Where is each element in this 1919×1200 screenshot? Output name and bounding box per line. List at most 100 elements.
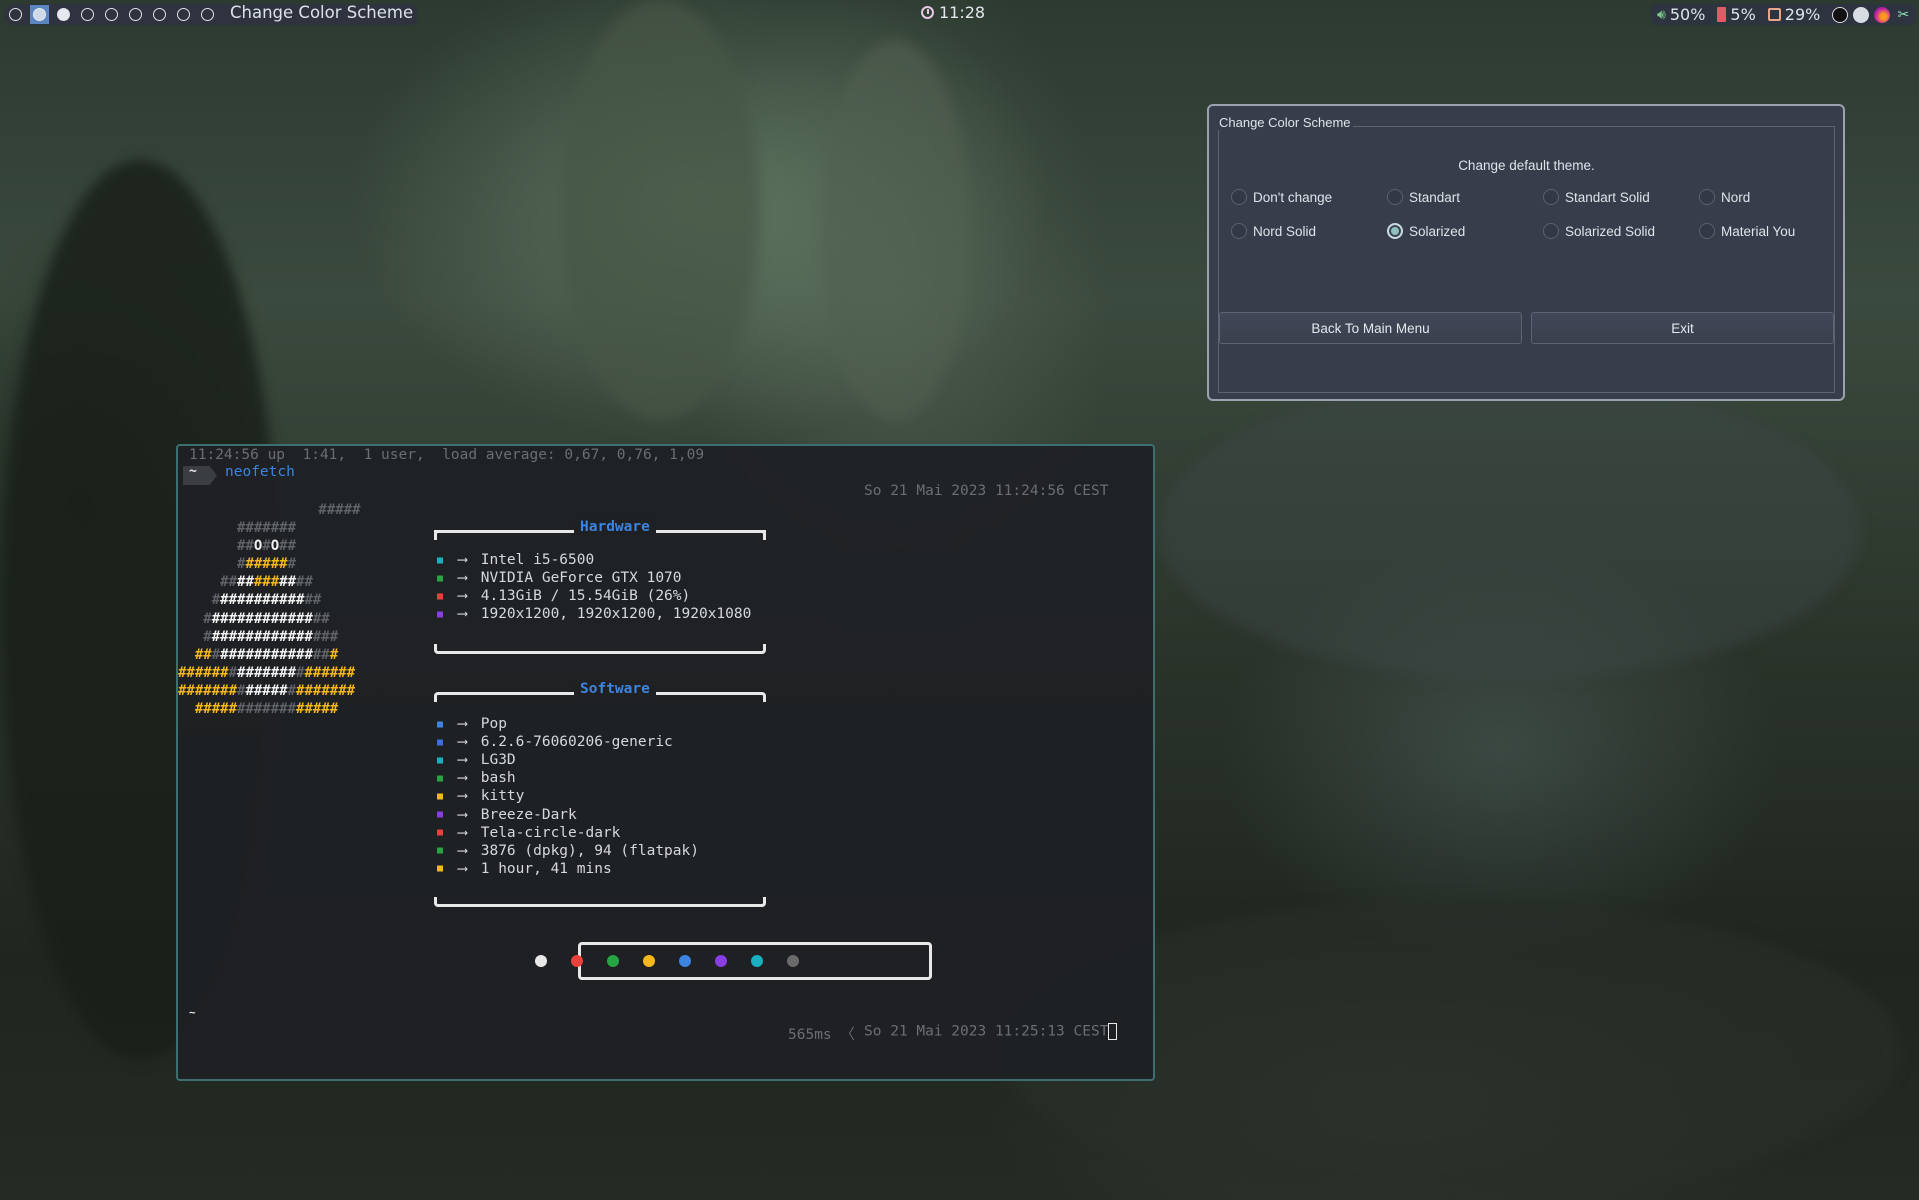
software-value: LG3D <box>480 752 516 769</box>
top-panel: Change Color Scheme 11:28 🔊︎ 50% 5% 29% … <box>0 0 1919 28</box>
workspace-2[interactable] <box>30 5 49 24</box>
workspace-3[interactable] <box>54 5 73 24</box>
software-row: ■ ⟶ 6.2.6-76060206-generic <box>432 734 673 750</box>
arrow-icon: ⟶ <box>458 824 467 841</box>
media-player-icon[interactable] <box>1832 6 1849 23</box>
radio-don-t-change[interactable]: Don't change <box>1231 189 1332 205</box>
command-text: neofetch <box>225 464 295 480</box>
system-tray: 🔊︎ 50% 5% 29% ✂ <box>1651 4 1916 25</box>
right-timestamp-end: So 21 Mai 2023 11:25:13 CEST <box>864 1023 1118 1040</box>
workspace-5[interactable] <box>102 5 121 24</box>
chevron-left-icon: 〈 <box>840 1027 855 1043</box>
software-row: ■ ⟶ Pop <box>432 716 507 732</box>
software-value: Tela-circle-dark <box>480 824 621 841</box>
radio-nord[interactable]: Nord <box>1699 189 1750 205</box>
hardware-row: ■ ⟶ 4.13GiB / 15.54GiB (26%) <box>432 588 690 604</box>
disk-value: 29% <box>1784 5 1821 24</box>
software-row: ■ ⟶ bash <box>432 770 516 786</box>
arrow-icon: ⟶ <box>458 788 467 805</box>
radio-button[interactable] <box>1231 223 1247 239</box>
radio-standart-solid[interactable]: Standart Solid <box>1543 189 1650 205</box>
distro-icon: ■ <box>436 718 444 730</box>
radio-button[interactable] <box>1543 223 1559 239</box>
workspace-7[interactable] <box>150 5 169 24</box>
clock-icon <box>921 6 934 19</box>
hardware-title: Hardware <box>574 519 656 535</box>
workspace-circle-icon <box>9 8 22 21</box>
palette-color-2 <box>571 955 583 967</box>
radio-button[interactable] <box>1699 189 1715 205</box>
radio-button[interactable] <box>1387 223 1403 239</box>
hardware-value: 4.13GiB / 15.54GiB (26%) <box>480 588 691 605</box>
workspace-4[interactable] <box>78 5 97 24</box>
arrow-icon: ⟶ <box>458 734 467 751</box>
software-row: ■ ⟶ 1 hour, 41 mins <box>432 861 612 877</box>
software-value: 3876 (dpkg), 94 (flatpak) <box>480 842 699 859</box>
arrow-icon: ⟶ <box>458 588 467 605</box>
terminal-window[interactable]: 11:24:56 up 1:41, 1 user, load average: … <box>176 444 1155 1081</box>
back-to-main-menu-button[interactable]: Back To Main Menu <box>1219 312 1522 344</box>
radio-solarized[interactable]: Solarized <box>1387 223 1465 239</box>
paint-roller-icon: ■ <box>436 809 444 820</box>
radio-label: Nord <box>1721 189 1751 205</box>
bottom-prompt-home: ~ <box>189 1006 196 1019</box>
gpu-icon: ■ <box>436 572 444 584</box>
radio-button[interactable] <box>1543 189 1559 205</box>
software-title: Software <box>574 681 656 697</box>
software-row: ■ ⟶ Breeze-Dark <box>432 807 577 823</box>
floppy-disk-icon <box>1767 8 1781 21</box>
radio-button[interactable] <box>1387 189 1403 205</box>
workspace-1[interactable] <box>6 5 25 24</box>
workspace-circle-icon <box>57 8 70 21</box>
dialog-subtitle: Change default theme. <box>1458 158 1595 173</box>
radio-nord-solid[interactable]: Nord Solid <box>1231 223 1316 239</box>
workspace-circle-icon <box>105 8 118 21</box>
duration-value: 565ms <box>788 1027 832 1043</box>
right-timestamp-start: So 21 Mai 2023 11:24:56 CEST <box>864 483 1109 499</box>
radio-solarized-solid[interactable]: Solarized Solid <box>1543 223 1655 239</box>
exit-button[interactable]: Exit <box>1531 312 1834 344</box>
radio-label: Material You <box>1721 223 1796 239</box>
hardware-value: Intel i5-6500 <box>480 552 595 568</box>
volume-indicator[interactable]: 🔊︎ 50% <box>1657 5 1705 24</box>
hardware-row: ■ ⟶ NVIDIA GeForce GTX 1070 <box>432 570 682 586</box>
group-title: Change Color Scheme <box>1217 115 1353 130</box>
software-row: ■ ⟶ 3876 (dpkg), 94 (flatpak) <box>432 843 699 859</box>
arrow-icon: ⟶ <box>458 606 467 623</box>
workspace-6[interactable] <box>126 5 145 24</box>
radio-standart[interactable]: Standart <box>1387 189 1460 205</box>
volume-value: 50% <box>1669 5 1706 24</box>
steam-icon[interactable] <box>1853 6 1870 23</box>
workspace-8[interactable] <box>174 5 193 24</box>
monitor-icon: ■ <box>436 608 444 620</box>
palette-color-3 <box>607 955 619 967</box>
radio-label: Standart <box>1409 189 1461 205</box>
command-duration: 565ms 〈 <box>788 1023 855 1044</box>
workspace-circle-icon <box>177 8 190 21</box>
software-row: ■ ⟶ LG3D <box>432 752 516 768</box>
software-value: kitty <box>480 788 525 805</box>
hardware-box-bottom <box>434 644 766 654</box>
palette-color-8 <box>787 955 799 967</box>
color-scheme-group: Change default theme. Don't change Standa… <box>1218 126 1835 393</box>
arrow-icon: ⟶ <box>458 860 467 877</box>
clock[interactable]: 11:28 <box>921 3 985 22</box>
scissors-icon[interactable]: ✂ <box>1895 7 1911 23</box>
disk-indicator[interactable]: 29% <box>1767 5 1821 24</box>
hardware-value: 1920x1200, 1920x1200, 1920x1080 <box>480 606 752 623</box>
flameshot-icon[interactable] <box>1874 6 1891 23</box>
active-window-title: Change Color Scheme <box>230 3 414 22</box>
palette-color-1 <box>535 955 547 967</box>
arrow-icon: ⟶ <box>458 842 467 859</box>
memory-icon <box>1717 7 1727 22</box>
uptime-line: 11:24:56 up 1:41, 1 user, load average: … <box>189 447 705 463</box>
radio-material-you[interactable]: Material You <box>1699 223 1795 239</box>
workspace-circle-icon <box>129 8 142 21</box>
software-value: Pop <box>480 716 507 732</box>
radio-button[interactable] <box>1699 223 1715 239</box>
workspace-9[interactable] <box>198 5 217 24</box>
memory-indicator[interactable]: 5% <box>1717 5 1756 24</box>
radio-button[interactable] <box>1231 189 1247 205</box>
palette-color-7 <box>751 955 763 967</box>
prompt-home: ~ <box>189 464 197 479</box>
